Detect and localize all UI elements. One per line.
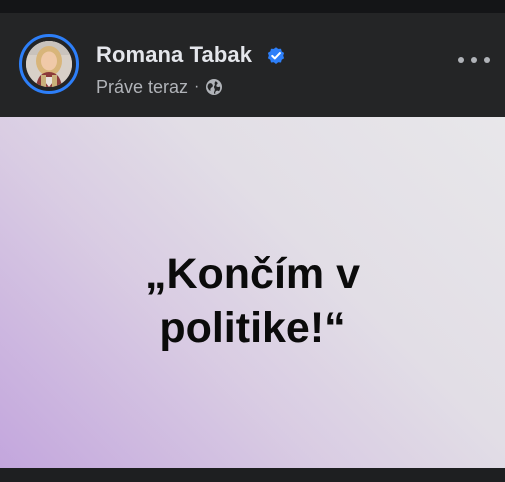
post-text-line-1: „Končím v	[144, 250, 361, 298]
post-text: „Končím v politike!“	[0, 247, 505, 355]
post-text-line-2: politike!“	[159, 304, 346, 352]
profile-avatar-button[interactable]	[19, 34, 79, 94]
meta-separator: ·	[194, 78, 200, 95]
avatar-photo	[26, 41, 72, 87]
avatar	[26, 41, 72, 87]
more-options-dot	[471, 57, 477, 63]
post-header: Romana Tabak Práve teraz ·	[0, 13, 505, 117]
facebook-post-screenshot: Romana Tabak Práve teraz · „Končím v pol…	[0, 0, 505, 482]
more-options-button[interactable]	[458, 49, 490, 71]
globe-icon[interactable]	[205, 78, 223, 96]
post-footer-edge	[0, 468, 505, 482]
post-meta: Práve teraz ·	[96, 76, 223, 98]
more-options-icon	[458, 57, 464, 63]
verified-badge-icon	[267, 47, 285, 64]
more-options-dot	[484, 57, 490, 63]
post-timestamp[interactable]: Práve teraz	[96, 77, 188, 98]
post-background: „Končím v politike!“	[0, 117, 505, 468]
top-bar-edge	[0, 0, 505, 13]
author-name[interactable]: Romana Tabak	[96, 42, 252, 68]
